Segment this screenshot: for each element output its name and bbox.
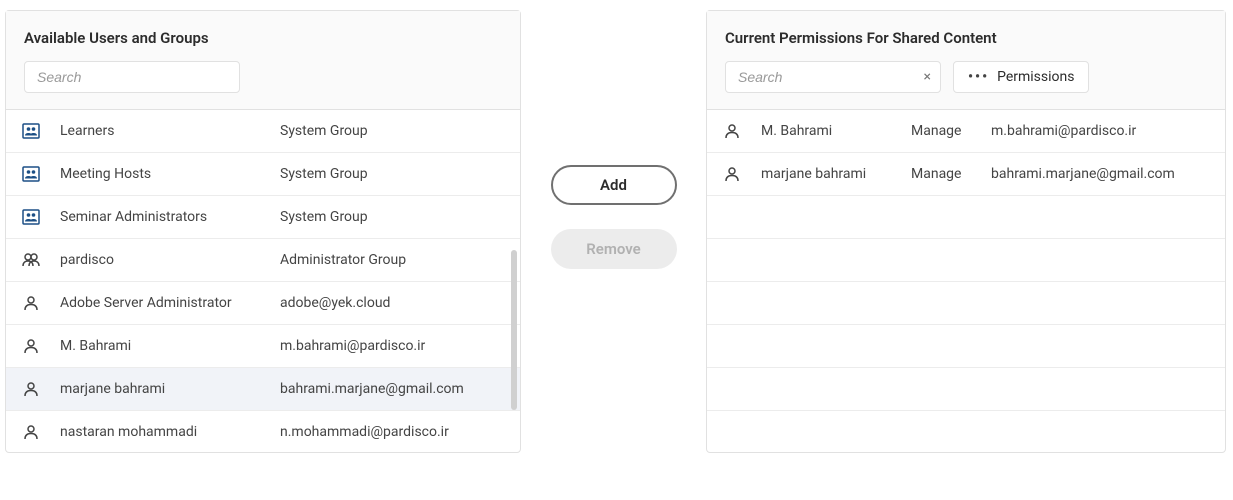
row-detail: bahrami.marjane@gmail.com xyxy=(280,381,504,397)
available-row[interactable]: nastaran mohammadin.mohammadi@pardisco.i… xyxy=(6,411,520,452)
left-search-input[interactable] xyxy=(24,61,240,93)
row-detail: System Group xyxy=(280,166,504,182)
left-panel-title: Available Users and Groups xyxy=(24,29,502,47)
row-name: Meeting Hosts xyxy=(60,166,280,182)
row-detail: adobe@yek.cloud xyxy=(280,295,504,311)
left-scrollbar[interactable] xyxy=(511,250,517,410)
right-list: M. BahramiManagem.bahrami@pardisco.irmar… xyxy=(707,110,1225,452)
usergroup-icon xyxy=(22,251,40,269)
permission-row[interactable]: M. BahramiManagem.bahrami@pardisco.ir xyxy=(707,110,1225,153)
right-panel-header: Current Permissions For Shared Content ×… xyxy=(707,11,1225,110)
available-row[interactable]: M. Bahramim.bahrami@pardisco.ir xyxy=(6,325,520,368)
available-users-panel: Available Users and Groups LearnersSyste… xyxy=(5,10,521,453)
user-icon xyxy=(723,165,741,183)
available-row[interactable]: pardiscoAdministrator Group xyxy=(6,239,520,282)
row-name: nastaran mohammadi xyxy=(60,424,280,440)
add-button[interactable]: Add xyxy=(551,165,677,205)
right-search-input[interactable] xyxy=(725,61,941,93)
available-row[interactable]: marjane bahramibahrami.marjane@gmail.com xyxy=(6,368,520,411)
empty-row xyxy=(707,325,1225,368)
permissions-button-label: Permissions xyxy=(997,69,1074,85)
available-row[interactable]: Seminar AdministratorsSystem Group xyxy=(6,196,520,239)
row-detail: System Group xyxy=(280,123,504,139)
empty-row xyxy=(707,196,1225,239)
row-detail: m.bahrami@pardisco.ir xyxy=(280,338,504,354)
middle-actions: Add Remove xyxy=(521,10,706,269)
group-icon xyxy=(22,208,40,226)
row-permission: Manage xyxy=(911,123,991,139)
row-name: marjane bahrami xyxy=(60,381,280,397)
row-permission: Manage xyxy=(911,166,991,182)
clear-search-icon[interactable]: × xyxy=(924,69,931,85)
empty-row xyxy=(707,239,1225,282)
user-icon xyxy=(22,380,40,398)
group-icon xyxy=(22,165,40,183)
available-row[interactable]: LearnersSystem Group xyxy=(6,110,520,153)
left-panel-header: Available Users and Groups xyxy=(6,11,520,110)
row-name: pardisco xyxy=(60,252,280,268)
row-name: M. Bahrami xyxy=(60,338,280,354)
row-detail: Administrator Group xyxy=(280,252,504,268)
right-panel-title: Current Permissions For Shared Content xyxy=(725,29,1207,47)
group-icon xyxy=(22,122,40,140)
row-email: m.bahrami@pardisco.ir xyxy=(991,123,1209,139)
row-email: bahrami.marjane@gmail.com xyxy=(991,166,1209,182)
row-name: M. Bahrami xyxy=(761,123,911,139)
row-detail: n.mohammadi@pardisco.ir xyxy=(280,424,504,440)
user-icon xyxy=(723,122,741,140)
row-name: Adobe Server Administrator xyxy=(60,295,280,311)
row-name: Learners xyxy=(60,123,280,139)
row-detail: System Group xyxy=(280,209,504,225)
permission-row[interactable]: marjane bahramiManagebahrami.marjane@gma… xyxy=(707,153,1225,196)
row-name: marjane bahrami xyxy=(761,166,911,182)
permissions-button[interactable]: ••• Permissions xyxy=(953,61,1089,93)
available-row[interactable]: Meeting HostsSystem Group xyxy=(6,153,520,196)
current-permissions-panel: Current Permissions For Shared Content ×… xyxy=(706,10,1226,453)
user-icon xyxy=(22,337,40,355)
dots-icon: ••• xyxy=(968,69,989,85)
user-icon xyxy=(22,423,40,441)
empty-row xyxy=(707,368,1225,411)
user-icon xyxy=(22,294,40,312)
remove-button: Remove xyxy=(551,229,677,269)
left-list: LearnersSystem GroupMeeting HostsSystem … xyxy=(6,110,520,452)
available-row[interactable]: Adobe Server Administratoradobe@yek.clou… xyxy=(6,282,520,325)
empty-row xyxy=(707,282,1225,325)
row-name: Seminar Administrators xyxy=(60,209,280,225)
